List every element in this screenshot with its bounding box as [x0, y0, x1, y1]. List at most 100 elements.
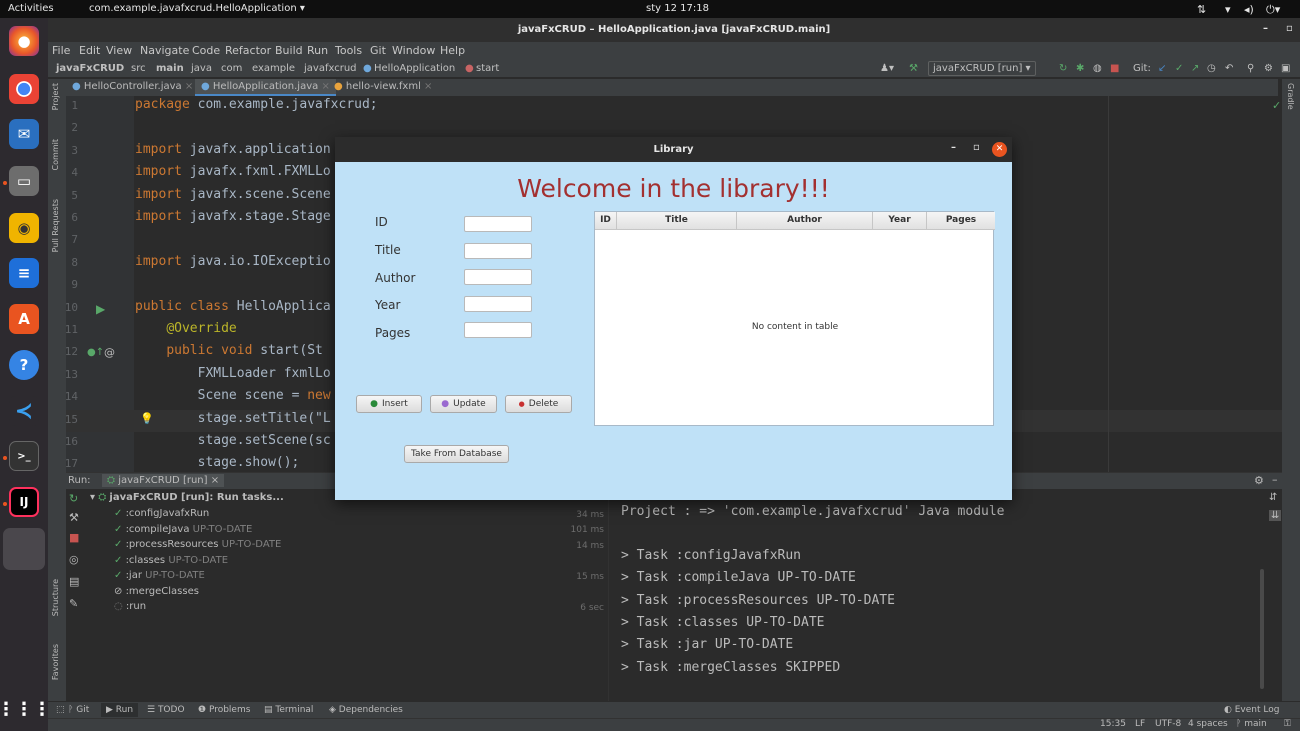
update-button[interactable]: ● Update: [430, 395, 497, 413]
override-gutter-icon[interactable]: ●↑: [87, 347, 104, 358]
menu-navigate[interactable]: Navigate: [140, 44, 189, 57]
console-scrollbar[interactable]: [1260, 569, 1264, 689]
rerun-icon[interactable]: ↻: [1059, 63, 1067, 74]
writer-icon[interactable]: ≡: [9, 258, 39, 288]
task-node[interactable]: ⊘ :mergeClasses: [114, 586, 199, 597]
plugin-icon[interactable]: ▣: [1281, 63, 1290, 74]
run-gutter-icon[interactable]: ▶: [96, 302, 105, 316]
menu-run[interactable]: Run: [307, 44, 328, 57]
take-from-database-button[interactable]: Take From Database: [404, 445, 509, 463]
insert-button[interactable]: ● Insert: [356, 395, 422, 413]
task-node[interactable]: ◌ :run: [114, 601, 146, 612]
wifi-icon[interactable]: ▾: [1225, 3, 1231, 16]
hide-panel-icon[interactable]: –: [1272, 473, 1278, 486]
clock[interactable]: sty 12 17:18: [646, 3, 709, 14]
breadcrumb-project[interactable]: javaFxCRUD: [56, 63, 124, 74]
breadcrumb-java[interactable]: java: [191, 63, 212, 74]
tab-close-icon[interactable]: ×: [185, 81, 193, 92]
run-console[interactable]: Project : => 'com.example.javafxcrud' Ja…: [608, 489, 1282, 701]
filter-icon[interactable]: ◎: [69, 553, 79, 566]
lock-icon[interactable]: ⚿: [1284, 719, 1291, 729]
stop-icon[interactable]: ■: [1110, 63, 1119, 74]
tool-tab-todo[interactable]: ☰ TODO: [147, 705, 185, 715]
indent-setting[interactable]: 4 spaces: [1188, 719, 1228, 729]
pages-field[interactable]: [464, 322, 532, 338]
file-encoding[interactable]: UTF-8: [1155, 719, 1181, 729]
run-root-node[interactable]: ▾ ⛭ javaFxCRUD [run]: Run tasks...: [90, 492, 284, 503]
tool-tab-git[interactable]: ᚹ Git: [68, 705, 89, 715]
year-field[interactable]: [464, 296, 532, 312]
build-icon[interactable]: ⚒: [909, 63, 918, 74]
tool-tab-terminal[interactable]: ▤ Terminal: [264, 705, 313, 715]
scroll-end-icon[interactable]: ⇊: [1269, 510, 1282, 521]
terminal-icon[interactable]: >_: [9, 441, 39, 471]
settings-gear-icon[interactable]: ⚙: [1254, 474, 1264, 487]
activities-button[interactable]: Activities: [8, 3, 54, 14]
wrench-icon[interactable]: ⚒: [69, 511, 79, 524]
minimize-icon[interactable]: –: [1263, 23, 1268, 34]
menu-tools[interactable]: Tools: [335, 44, 362, 57]
rollback-icon[interactable]: ↶: [1225, 63, 1233, 74]
git-update-icon[interactable]: ↙: [1158, 63, 1166, 74]
column-header-id[interactable]: ID: [595, 212, 617, 230]
line-separator[interactable]: LF: [1135, 719, 1145, 729]
git-commit-icon[interactable]: ✓: [1175, 63, 1183, 74]
maximize-icon[interactable]: ▫: [1286, 23, 1293, 34]
menu-build[interactable]: Build: [275, 44, 303, 57]
network-icon[interactable]: ⇅: [1197, 3, 1206, 16]
user-icon[interactable]: ♟▾: [880, 63, 894, 74]
run-tab[interactable]: ⛭ javaFxCRUD [run] ×: [102, 474, 225, 487]
breadcrumb-src[interactable]: src: [131, 63, 146, 74]
breadcrumb-method[interactable]: start: [476, 63, 499, 74]
help-icon[interactable]: ?: [9, 350, 39, 380]
git-branch[interactable]: ᚹ main: [1236, 719, 1267, 729]
task-node[interactable]: ✓ :classes UP-TO-DATE: [114, 555, 228, 566]
breadcrumb-main[interactable]: main: [156, 63, 184, 74]
app-menu[interactable]: com.example.javafxcrud.HelloApplication …: [89, 3, 305, 14]
column-header-year[interactable]: Year: [873, 212, 927, 230]
history-icon[interactable]: ◷: [1207, 63, 1216, 74]
books-table[interactable]: ID Title Author Year Pages No content in…: [594, 211, 995, 426]
column-header-pages[interactable]: Pages: [927, 212, 995, 230]
project-tool-tab[interactable]: Project: [51, 83, 60, 110]
column-header-author[interactable]: Author: [737, 212, 873, 230]
tool-tab-problems[interactable]: ❶ Problems: [198, 705, 250, 715]
rerun-icon[interactable]: ↻: [69, 492, 78, 505]
breadcrumb-example[interactable]: example: [252, 63, 295, 74]
task-node[interactable]: ✓ :compileJava UP-TO-DATE: [114, 524, 252, 535]
menu-git[interactable]: Git: [370, 44, 386, 57]
column-header-title[interactable]: Title: [617, 212, 737, 230]
tool-tab-run[interactable]: ▶ Run: [101, 703, 139, 717]
title-field[interactable]: [464, 243, 532, 259]
tab-hello-controller[interactable]: ● HelloController.java ×: [66, 79, 199, 96]
tool-tab-dependencies[interactable]: ◈ Dependencies: [329, 705, 403, 715]
menu-view[interactable]: View: [106, 44, 132, 57]
bulb-icon[interactable]: 💡: [140, 412, 154, 425]
task-node[interactable]: ✓ :jar UP-TO-DATE: [114, 570, 205, 581]
tab-hello-view-fxml[interactable]: ● hello-view.fxml ×: [328, 79, 438, 96]
pull-requests-tool-tab[interactable]: Pull Requests: [51, 199, 60, 252]
menu-help[interactable]: Help: [440, 44, 465, 57]
caret-position[interactable]: 15:35: [1100, 719, 1126, 729]
volume-icon[interactable]: ◂): [1244, 3, 1254, 16]
id-field[interactable]: [464, 216, 532, 232]
favorites-tool-tab[interactable]: Favorites: [51, 644, 60, 680]
structure-tool-tab[interactable]: Structure: [51, 579, 60, 616]
breadcrumb-package[interactable]: javafxcrud: [304, 63, 357, 74]
debug-icon[interactable]: ✱: [1076, 63, 1084, 74]
java-app-icon[interactable]: [3, 528, 45, 570]
git-push-icon[interactable]: ↗: [1191, 63, 1199, 74]
vscode-icon[interactable]: ≺: [9, 396, 39, 426]
pin-icon[interactable]: ✎: [69, 597, 78, 610]
delete-button[interactable]: ● Delete: [505, 395, 572, 413]
annotation-gutter-icon[interactable]: @: [104, 346, 115, 359]
task-node[interactable]: ✓ :processResources UP-TO-DATE: [114, 539, 281, 550]
menu-file[interactable]: File: [52, 44, 70, 57]
menu-refactor[interactable]: Refactor: [225, 44, 271, 57]
library-close-icon[interactable]: ✕: [992, 142, 1007, 157]
tab-close-icon[interactable]: ×: [424, 81, 432, 92]
breadcrumb-com[interactable]: com: [221, 63, 242, 74]
menu-window[interactable]: Window: [392, 44, 435, 57]
search-icon[interactable]: ⚲: [1247, 63, 1254, 74]
commit-tool-tab[interactable]: Commit: [51, 139, 60, 170]
